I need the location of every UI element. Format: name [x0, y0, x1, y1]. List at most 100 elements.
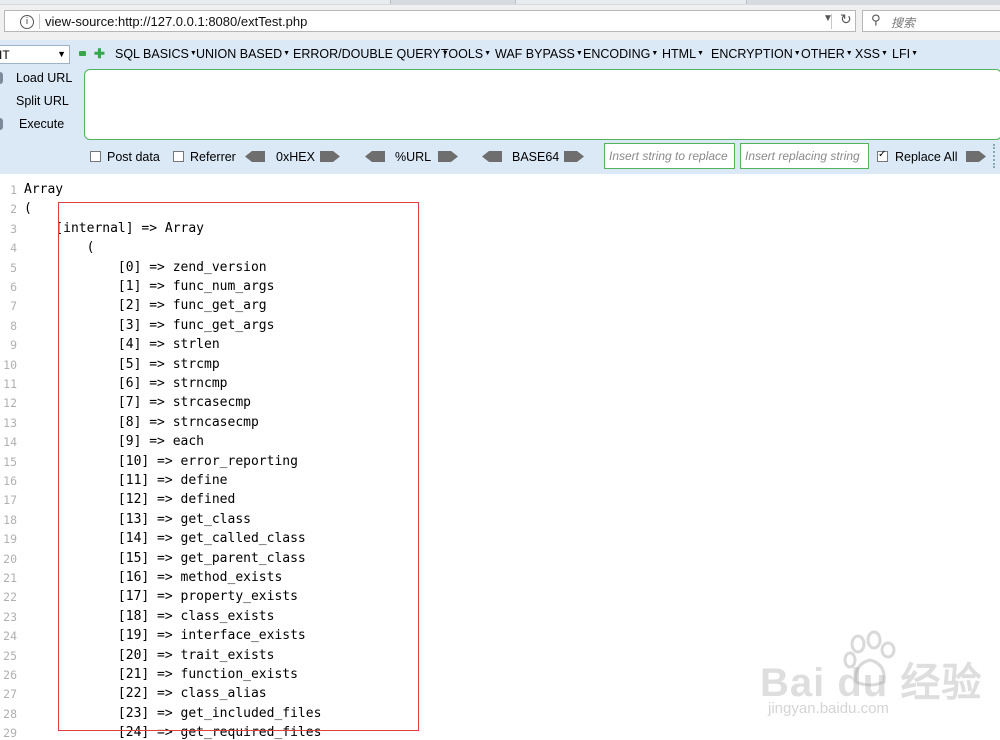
base64-encode-arrow-icon[interactable] — [564, 151, 584, 162]
tab-other[interactable] — [515, 0, 747, 4]
menu-xss[interactable]: XSS▼ — [855, 47, 888, 61]
tab-active[interactable] — [0, 0, 391, 4]
line-number: 10 — [3, 357, 17, 372]
line-number: 18 — [3, 512, 17, 527]
menu-encryption[interactable]: ENCRYPTION▼ — [711, 47, 801, 61]
execute-icon — [0, 118, 3, 130]
base64-label: BASE64 — [512, 150, 560, 164]
split-url-button[interactable]: Split URL — [16, 94, 69, 108]
highlight-box — [58, 202, 419, 731]
line-number: 1 — [10, 183, 17, 197]
line-number: 2 — [10, 202, 17, 217]
minus-icon[interactable] — [79, 51, 86, 56]
replace-arrow-icon[interactable] — [966, 151, 986, 162]
tab-strip — [0, 0, 1000, 5]
menu-label: ENCRYPTION — [711, 47, 793, 61]
line-number: 14 — [3, 435, 17, 450]
dropdown-icon: ▼ — [881, 50, 888, 57]
menu-label: HTML — [662, 47, 697, 61]
hackbar-select-value: IT — [0, 48, 10, 62]
dropdown-icon: ▼ — [793, 50, 801, 57]
url-decode-arrow-icon[interactable] — [365, 151, 385, 162]
plus-icon[interactable]: ✚ — [94, 47, 105, 60]
watermark-url: jingyan.baidu.com — [768, 700, 889, 717]
info-icon[interactable]: i — [20, 15, 34, 29]
menu-sql-basics[interactable]: SQL BASICS▼ — [115, 47, 197, 61]
menu-label: TOOLS — [441, 47, 484, 61]
menu-label: UNION BASED — [196, 47, 283, 61]
line-number: 23 — [3, 609, 17, 624]
menu-waf-bypass[interactable]: WAF BYPASS▼ — [495, 47, 583, 61]
search-box[interactable]: ⚲ 搜索 — [862, 10, 1000, 32]
line-number: 13 — [3, 415, 17, 430]
menu-lfi[interactable]: LFI▼ — [892, 47, 918, 61]
insert-string-input[interactable]: Insert string to replace — [604, 143, 735, 169]
line-number: 16 — [3, 474, 17, 488]
menu-label: SQL BASICS — [115, 47, 189, 61]
line-number: 11 — [3, 377, 17, 391]
referrer-label: Referrer — [190, 150, 236, 164]
hex-encode-arrow-icon[interactable] — [320, 151, 340, 162]
line-number: 7 — [10, 299, 17, 314]
referrer-checkbox[interactable] — [173, 151, 184, 162]
url-encode-arrow-icon[interactable] — [438, 151, 458, 162]
source-line: ( — [24, 201, 32, 217]
line-number: 25 — [3, 648, 17, 663]
replace-all-label: Replace All — [895, 150, 958, 164]
hackbar: IT ▼ ✚ SQL BASICS▼ UNION BASED▼ ERROR/DO… — [0, 40, 1000, 174]
execute-button[interactable]: Execute — [19, 117, 64, 131]
menu-error-double-query[interactable]: ERROR/DOUBLE QUERY▼ — [293, 47, 449, 61]
load-url-icon — [0, 72, 3, 84]
line-number: 6 — [10, 280, 17, 294]
url-label: %URL — [395, 150, 432, 164]
line-number: 3 — [10, 221, 17, 236]
replace-all-checkbox[interactable] — [877, 149, 888, 162]
hackbar-select[interactable]: IT ▼ — [0, 45, 70, 64]
line-number: 8 — [10, 318, 17, 333]
url-text[interactable]: view-source:http://127.0.0.1:8080/extTes… — [45, 14, 307, 29]
post-data-label: Post data — [107, 150, 160, 164]
divider — [39, 14, 40, 29]
menu-label: WAF BYPASS — [495, 47, 575, 61]
menu-other[interactable]: OTHER▼ — [801, 47, 853, 61]
source-line: Array — [24, 182, 64, 197]
line-number: 29 — [3, 726, 17, 740]
line-number: 26 — [3, 668, 17, 682]
menu-tools[interactable]: TOOLS▼ — [441, 47, 491, 61]
line-number: 22 — [3, 590, 17, 605]
line-number: 17 — [3, 493, 17, 508]
line-number: 24 — [3, 629, 17, 644]
url-textarea[interactable] — [84, 69, 1000, 140]
menu-union-based[interactable]: UNION BASED▼ — [196, 47, 290, 61]
line-number: 28 — [3, 706, 17, 721]
line-number: 12 — [3, 396, 17, 411]
insert-replacing-input[interactable]: Insert replacing string — [740, 143, 869, 169]
line-number: 15 — [3, 454, 17, 469]
divider — [831, 14, 832, 29]
reload-icon[interactable]: ↻ — [840, 12, 852, 28]
dropdown-icon: ▼ — [911, 50, 918, 57]
line-number: 27 — [3, 687, 17, 702]
search-placeholder: 搜索 — [891, 16, 916, 30]
search-icon: ⚲ — [871, 13, 881, 28]
base64-decode-arrow-icon[interactable] — [482, 151, 502, 162]
address-bar[interactable]: i view-source:http://127.0.0.1:8080/extT… — [4, 10, 856, 32]
menu-label: XSS — [855, 47, 881, 61]
dropdown-icon: ▼ — [651, 50, 659, 57]
load-url-button[interactable]: Load URL — [16, 71, 72, 85]
menu-label: LFI — [892, 47, 911, 61]
hex-label: 0xHEX — [276, 150, 315, 164]
line-number: 9 — [10, 338, 17, 353]
chevron-down-icon: ▼ — [57, 49, 66, 59]
hex-decode-arrow-icon[interactable] — [245, 151, 265, 162]
menu-label: ERROR/DOUBLE QUERY — [293, 47, 441, 61]
line-number: 21 — [3, 571, 17, 585]
line-number: 20 — [3, 551, 17, 566]
menu-html[interactable]: HTML▼ — [662, 47, 704, 61]
line-number: 5 — [10, 260, 17, 275]
menu-encoding[interactable]: ENCODING▼ — [583, 47, 658, 61]
post-data-checkbox[interactable] — [90, 151, 101, 162]
dropdown-icon: ▼ — [283, 50, 291, 57]
menu-label: OTHER — [801, 47, 845, 61]
hackbar-grip — [993, 144, 997, 168]
